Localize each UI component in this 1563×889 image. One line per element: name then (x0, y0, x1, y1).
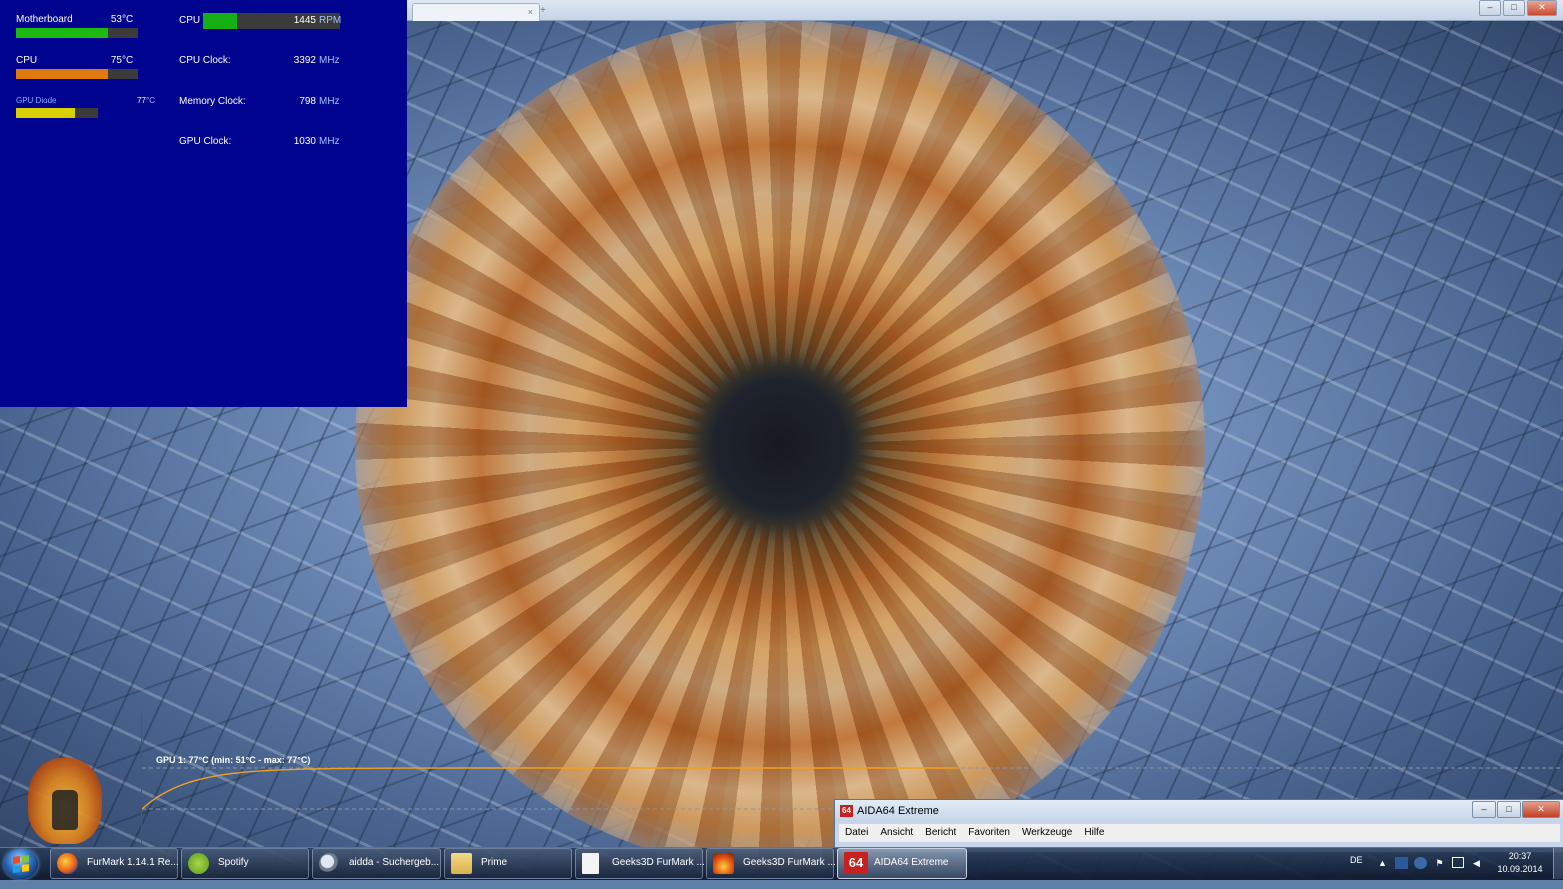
action-center-flag-icon[interactable]: ⚑ (1433, 857, 1446, 869)
aida64-window-title: AIDA64 Extreme (857, 805, 939, 817)
osd-motherboard-label: Motherboard (16, 14, 73, 25)
osd-cpu-fan-value: 1445 (293, 15, 316, 26)
osd-gpu-diode-label: GPU Diode (16, 96, 57, 105)
osd-cpu-temp-value: 75 (110, 55, 122, 66)
language-indicator[interactable]: DE (1350, 855, 1363, 887)
close-tab-icon[interactable]: × (528, 4, 533, 21)
aida64-app-icon: 64 (840, 805, 853, 817)
taskbar-item-label: Spotify (218, 857, 249, 868)
close-icon[interactable]: ✕ (1522, 801, 1560, 818)
windows-flag-icon (13, 855, 29, 873)
menu-bericht[interactable]: Bericht (919, 824, 962, 842)
osd-cpu-clock-unit: MHz (319, 55, 340, 66)
maximize-icon[interactable]: □ (1503, 0, 1525, 16)
show-desktop-button[interactable] (1553, 848, 1563, 879)
taskbar-item-search[interactable]: aidda - Suchergeb... (312, 848, 441, 879)
osd-motherboard-value: 53 (110, 14, 122, 25)
minimize-icon[interactable]: – (1479, 0, 1501, 16)
menu-datei[interactable]: Datei (839, 824, 874, 842)
browser-tab[interactable]: × (412, 3, 540, 21)
taskbar-item-label: aidda - Suchergeb... (349, 857, 440, 868)
osd-gpu-diode-value: 77 (137, 96, 146, 105)
osd-cpu-temp-unit: °C (122, 55, 134, 66)
aida64-osd-panel: Motherboard 53 °C CPU 75 °C GPU Diode 77… (0, 0, 407, 407)
menu-hilfe[interactable]: Hilfe (1078, 824, 1110, 842)
firefox-icon (57, 853, 78, 874)
aida64-icon: 64 (844, 852, 868, 874)
taskbar-item-geeks3d-furmark[interactable]: Geeks3D FurMark ... (706, 848, 836, 879)
osd-motherboard-bar (16, 28, 138, 38)
system-clock[interactable]: 20:37 10.09.2014 (1490, 850, 1550, 882)
osd-cpu-clock-label: CPU Clock: (179, 55, 231, 66)
aida64-window[interactable]: 64 AIDA64 Extreme – □ ✕ Datei Ansicht Be… (834, 799, 1563, 853)
osd-memory-clock-unit: MHz (319, 96, 340, 107)
new-tab-icon[interactable]: + (540, 5, 546, 16)
tray-app-icon[interactable] (1395, 857, 1408, 869)
taskbar-item-furmark-firefox[interactable]: FurMark 1.14.1 Re... (50, 848, 179, 879)
osd-cpu-temp-bar (16, 69, 138, 79)
osd-gpu-diode-bar (16, 108, 98, 118)
osd-gpu-diode-unit: °C (146, 96, 155, 105)
background-browser-tabstrip: × + – □ ✕ (407, 0, 1563, 21)
clock-date: 10.09.2014 (1497, 864, 1543, 874)
menu-ansicht[interactable]: Ansicht (874, 824, 919, 842)
folder-icon (451, 853, 472, 874)
document-icon (582, 853, 599, 874)
spotify-icon (188, 853, 209, 874)
taskbar-item-label: FurMark 1.14.1 Re... (87, 857, 179, 868)
menu-favoriten[interactable]: Favoriten (962, 824, 1016, 842)
browser-window-controls: – □ ✕ (1479, 0, 1557, 16)
osd-cpu-clock-value: 3392 (293, 55, 316, 66)
aida64-titlebar[interactable]: 64 AIDA64 Extreme – □ ✕ (835, 800, 1563, 822)
taskbar-item-aida64[interactable]: 64 AIDA64 Extreme (837, 848, 967, 879)
menu-werkzeuge[interactable]: Werkzeuge (1016, 824, 1078, 842)
minimize-icon[interactable]: – (1472, 801, 1496, 818)
show-hidden-icons-icon[interactable]: ▲ (1376, 857, 1389, 869)
taskbar-item-prime[interactable]: Prime (444, 848, 572, 879)
osd-cpu-temp-label: CPU (16, 55, 38, 66)
osd-cpu-fan-label: CPU (179, 15, 201, 26)
taskbar-item-label: Prime (481, 857, 508, 868)
osd-gpu-clock-value: 1030 (293, 136, 316, 147)
clock-time: 20:37 (1508, 851, 1532, 861)
furmark-icon (713, 853, 734, 874)
taskbar-item-geeks3d-document[interactable]: Geeks3D FurMark ... (575, 848, 705, 879)
furmark-logo-glyph (52, 790, 78, 830)
osd-gpu-clock-unit: MHz (319, 136, 340, 147)
osd-gpu-clock-label: GPU Clock: (179, 136, 232, 147)
network-icon[interactable] (1452, 857, 1464, 868)
maximize-icon[interactable]: □ (1497, 801, 1521, 818)
taskbar-item-label: Geeks3D FurMark ... (743, 857, 836, 868)
taskbar-item-label: Geeks3D FurMark ... (612, 857, 705, 868)
volume-icon[interactable]: ◀ (1470, 857, 1483, 869)
steam-icon[interactable] (1414, 857, 1427, 869)
close-icon[interactable]: ✕ (1527, 0, 1557, 16)
osd-memory-clock-value: 798 (299, 96, 316, 107)
aida64-window-controls: – □ ✕ (1472, 801, 1560, 818)
system-tray: ▲ ⚑ ◀ (1376, 857, 1483, 889)
furmark-eye-rays (355, 20, 1205, 870)
osd-cpu-fan-unit: RPM (319, 15, 342, 26)
aida64-menubar: Datei Ansicht Bericht Favoriten Werkzeug… (839, 824, 1560, 842)
search-icon (319, 853, 340, 874)
taskbar-item-spotify[interactable]: Spotify (181, 848, 309, 879)
osd-motherboard-unit: °C (122, 14, 134, 25)
taskbar-item-label: AIDA64 Extreme (874, 857, 949, 868)
osd-memory-clock-label: Memory Clock: (179, 96, 246, 107)
